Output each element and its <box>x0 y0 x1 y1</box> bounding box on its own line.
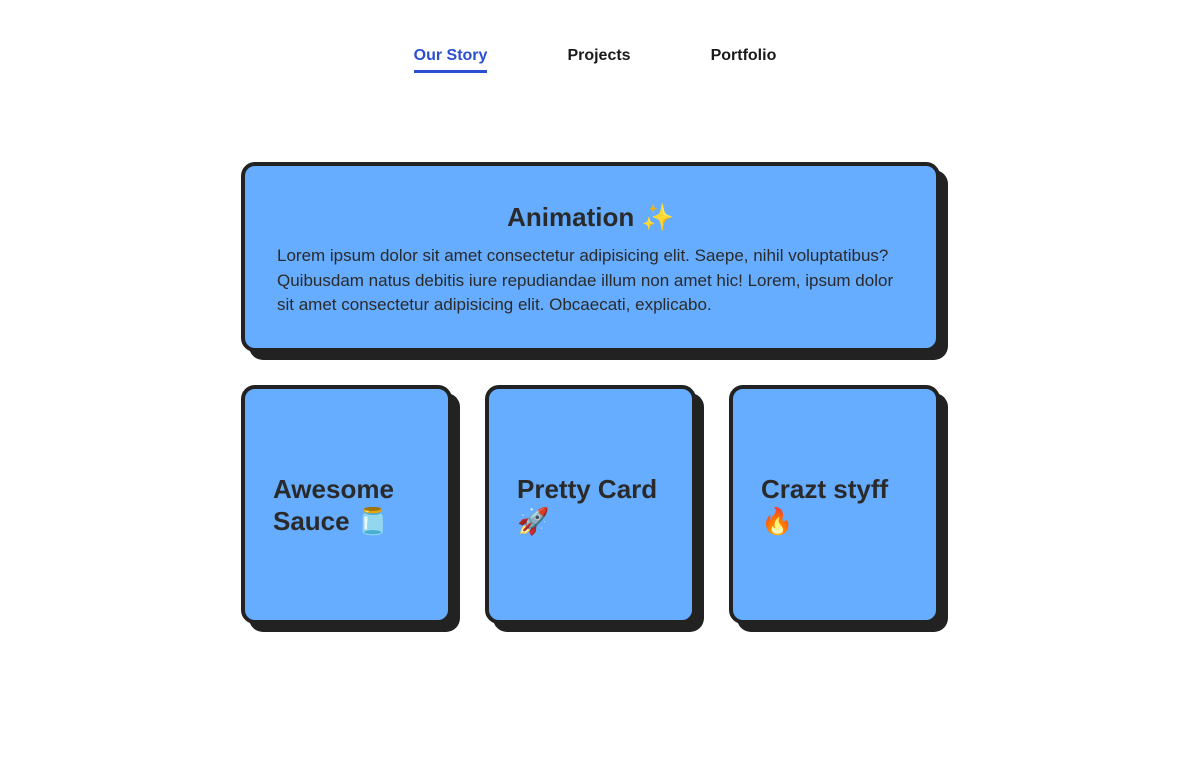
hero-card: Animation ✨ Lorem ipsum dolor sit amet c… <box>241 162 940 352</box>
page: Our Story Projects Portfolio Animation ✨… <box>0 0 1178 767</box>
card-title: Crazt styff 🔥 <box>761 473 889 536</box>
hero-card-body: Lorem ipsum dolor sit amet consectetur a… <box>277 246 894 314</box>
nav-link-our-story[interactable]: Our Story <box>413 46 488 73</box>
top-nav: Our Story Projects Portfolio <box>0 46 1178 73</box>
nav-links: Our Story Projects Portfolio <box>413 46 777 73</box>
nav-link-projects[interactable]: Projects <box>567 46 630 73</box>
hero-card-title: Animation ✨ <box>507 202 674 232</box>
card-title: Awesome Sauce 🫙 <box>273 473 394 536</box>
card-title: Pretty Card 🚀 <box>517 473 658 536</box>
card-crazt-styff: Crazt styff 🔥 <box>729 385 940 624</box>
card-awesome-sauce: Awesome Sauce 🫙 <box>241 385 452 624</box>
nav-link-portfolio[interactable]: Portfolio <box>711 46 777 73</box>
card-pretty-card: Pretty Card 🚀 <box>485 385 696 624</box>
